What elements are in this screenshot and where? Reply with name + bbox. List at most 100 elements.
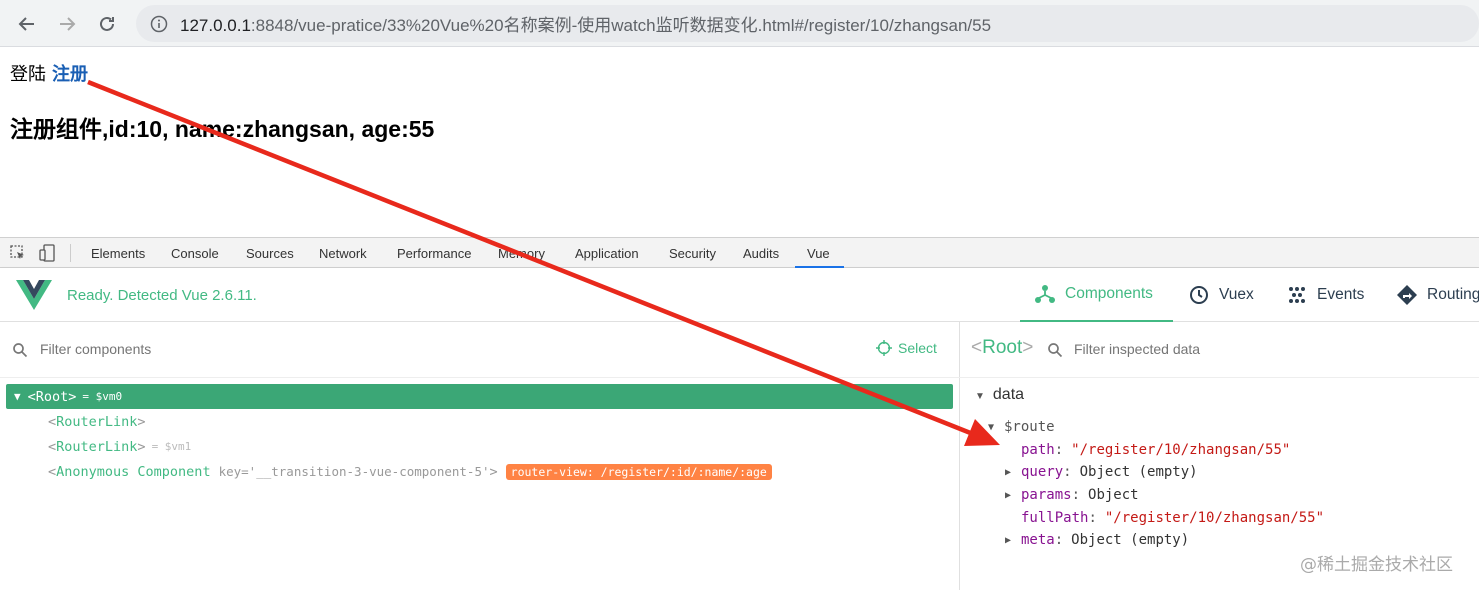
tree-anonymous-name: Anonymous Component bbox=[56, 463, 211, 480]
tab-performance[interactable]: Performance bbox=[397, 246, 471, 261]
expand-caret-icon[interactable]: ▶ bbox=[1005, 467, 1021, 478]
data-row-path[interactable]: path: "/register/10/zhangsan/55" bbox=[988, 439, 1324, 462]
tree-row-routerlink-2[interactable]: < RouterLink > = $vm1 bbox=[6, 434, 953, 459]
tab-memory[interactable]: Memory bbox=[498, 246, 545, 261]
tag-open-bracket: < bbox=[48, 438, 57, 455]
data-value: Object (empty) bbox=[1079, 464, 1198, 481]
collapse-caret-icon[interactable]: ▼ bbox=[988, 422, 1004, 433]
data-row-query[interactable]: ▶ query: Object (empty) bbox=[988, 461, 1324, 484]
data-key: $route bbox=[1004, 419, 1055, 436]
search-icon bbox=[13, 343, 28, 358]
nav-routing-label: Routing bbox=[1427, 286, 1479, 303]
tag-open-bracket: < bbox=[48, 413, 57, 430]
arrow-left-icon bbox=[18, 17, 34, 31]
collapse-caret-icon[interactable]: ▼ bbox=[975, 391, 985, 402]
filter-components-input[interactable] bbox=[40, 341, 440, 357]
vm-ref: = $vm0 bbox=[82, 390, 123, 403]
tab-elements[interactable]: Elements bbox=[91, 246, 145, 261]
tab-vue[interactable]: Vue bbox=[807, 246, 830, 261]
page-nav-links: 登陆 注册 bbox=[10, 60, 88, 86]
data-row-route[interactable]: ▼ $route bbox=[988, 416, 1324, 439]
data-value: "/register/10/zhangsan/55" bbox=[1104, 509, 1325, 526]
tree-routerlink-1-name: RouterLink bbox=[56, 413, 138, 430]
components-icon bbox=[1035, 285, 1055, 303]
register-link[interactable]: 注册 bbox=[52, 60, 88, 86]
history-icon bbox=[1190, 286, 1208, 304]
inspected-root-name: Root bbox=[982, 337, 1023, 358]
tag-open-bracket: < bbox=[27, 388, 36, 405]
data-value: Object (empty) bbox=[1071, 532, 1190, 549]
expand-caret-icon[interactable]: ▼ bbox=[14, 390, 21, 403]
select-label: Select bbox=[898, 340, 937, 356]
tab-audits[interactable]: Audits bbox=[743, 246, 779, 261]
data-section-label: data bbox=[992, 386, 1025, 403]
data-key: path bbox=[1021, 441, 1055, 458]
tab-console[interactable]: Console bbox=[171, 246, 219, 261]
url-host: 127.0.0.1 bbox=[180, 16, 251, 35]
device-toggle-icon[interactable] bbox=[39, 244, 57, 262]
vue-logo-icon bbox=[16, 280, 52, 310]
vm-ref: = $vm1 bbox=[151, 440, 192, 453]
url-text[interactable]: 127.0.0.1:8848/vue-pratice/33%20Vue%20名称… bbox=[180, 11, 991, 36]
tree-row-root[interactable]: ▼ < Root > = $vm0 bbox=[6, 384, 953, 409]
nav-components[interactable]: Components bbox=[1020, 268, 1173, 322]
nav-vuex[interactable]: Vuex bbox=[1188, 268, 1254, 322]
address-bar[interactable]: 127.0.0.1:8848/vue-pratice/33%20Vue%20名称… bbox=[136, 5, 1479, 42]
inspector-header: <Root> bbox=[960, 322, 1479, 378]
component-key-attr: key='__transition-3-vue-component-5' bbox=[218, 464, 490, 479]
data-tree: ▼ $route path: "/register/10/zhangsan/55… bbox=[988, 416, 1324, 552]
select-component-button[interactable]: Select bbox=[876, 340, 937, 356]
expand-caret-icon[interactable]: ▶ bbox=[1005, 490, 1021, 501]
tag-close-bracket: > bbox=[137, 438, 146, 455]
nav-events[interactable]: Events bbox=[1286, 268, 1364, 322]
nav-components-label: Components bbox=[1065, 285, 1153, 302]
data-key: params bbox=[1021, 487, 1072, 504]
data-key: meta bbox=[1021, 532, 1055, 549]
back-button[interactable] bbox=[12, 9, 42, 39]
tag-close-bracket: > bbox=[489, 463, 498, 480]
components-pane: Select ▼ <Root> = $vm0 <RouterLink> <Rou… bbox=[0, 322, 960, 590]
info-icon[interactable] bbox=[150, 15, 168, 33]
data-row-fullpath[interactable]: fullPath: "/register/10/zhangsan/55" bbox=[988, 506, 1324, 529]
tab-separator bbox=[70, 244, 71, 262]
tag-open-bracket: < bbox=[48, 463, 57, 480]
nav-vuex-label: Vuex bbox=[1219, 286, 1254, 303]
data-key: fullPath bbox=[1021, 509, 1089, 526]
login-link[interactable]: 登陆 bbox=[10, 60, 46, 86]
tab-network[interactable]: Network bbox=[319, 246, 367, 261]
url-path: :8848/vue-pratice/33%20Vue%20名称案例-使用watc… bbox=[250, 16, 992, 35]
tree-row-anonymous[interactable]: < Anonymous Component key='__transition-3… bbox=[6, 459, 953, 484]
tab-application[interactable]: Application bbox=[575, 246, 639, 261]
tree-root-name: Root bbox=[35, 388, 69, 405]
tab-sources[interactable]: Sources bbox=[246, 246, 294, 261]
router-view-badge: router-view: /register/:id/:name/:age bbox=[505, 463, 772, 480]
search-icon bbox=[1048, 343, 1063, 358]
data-value: "/register/10/zhangsan/55" bbox=[1071, 441, 1291, 458]
vue-status-text: Ready. Detected Vue 2.6.11. bbox=[67, 287, 257, 304]
arrow-right-icon bbox=[60, 17, 76, 31]
data-row-params[interactable]: ▶ params: Object bbox=[988, 484, 1324, 507]
target-icon bbox=[876, 340, 892, 356]
page-heading: 注册组件,id:10, name:zhangsan, age:55 bbox=[10, 116, 435, 142]
tree-routerlink-2-name: RouterLink bbox=[56, 438, 138, 455]
devtools-tab-bar: Elements Console Sources Network Perform… bbox=[0, 237, 1479, 268]
data-value: Object bbox=[1088, 487, 1139, 504]
tab-security[interactable]: Security bbox=[669, 246, 716, 261]
nav-events-label: Events bbox=[1317, 286, 1365, 303]
reload-icon bbox=[100, 16, 114, 31]
forward-button[interactable] bbox=[52, 9, 82, 39]
nav-routing[interactable]: Routing bbox=[1396, 268, 1479, 322]
component-filter-row: Select bbox=[0, 322, 960, 378]
tag-close-bracket: > bbox=[137, 413, 146, 430]
data-key: query bbox=[1021, 464, 1064, 481]
inspect-element-icon[interactable] bbox=[9, 244, 27, 262]
tag-close-bracket: > bbox=[68, 388, 77, 405]
watermark: @稀土掘金技术社区 bbox=[1300, 555, 1453, 575]
data-row-meta[interactable]: ▶ meta: Object (empty) bbox=[988, 529, 1324, 552]
inspected-component-label: <Root> bbox=[971, 337, 1034, 358]
tree-row-routerlink-1[interactable]: < RouterLink > bbox=[6, 409, 953, 434]
reload-button[interactable] bbox=[92, 9, 122, 39]
expand-caret-icon[interactable]: ▶ bbox=[1005, 535, 1021, 546]
filter-inspected-input[interactable] bbox=[1074, 341, 1374, 357]
data-section-header[interactable]: ▼ data bbox=[975, 386, 1024, 404]
